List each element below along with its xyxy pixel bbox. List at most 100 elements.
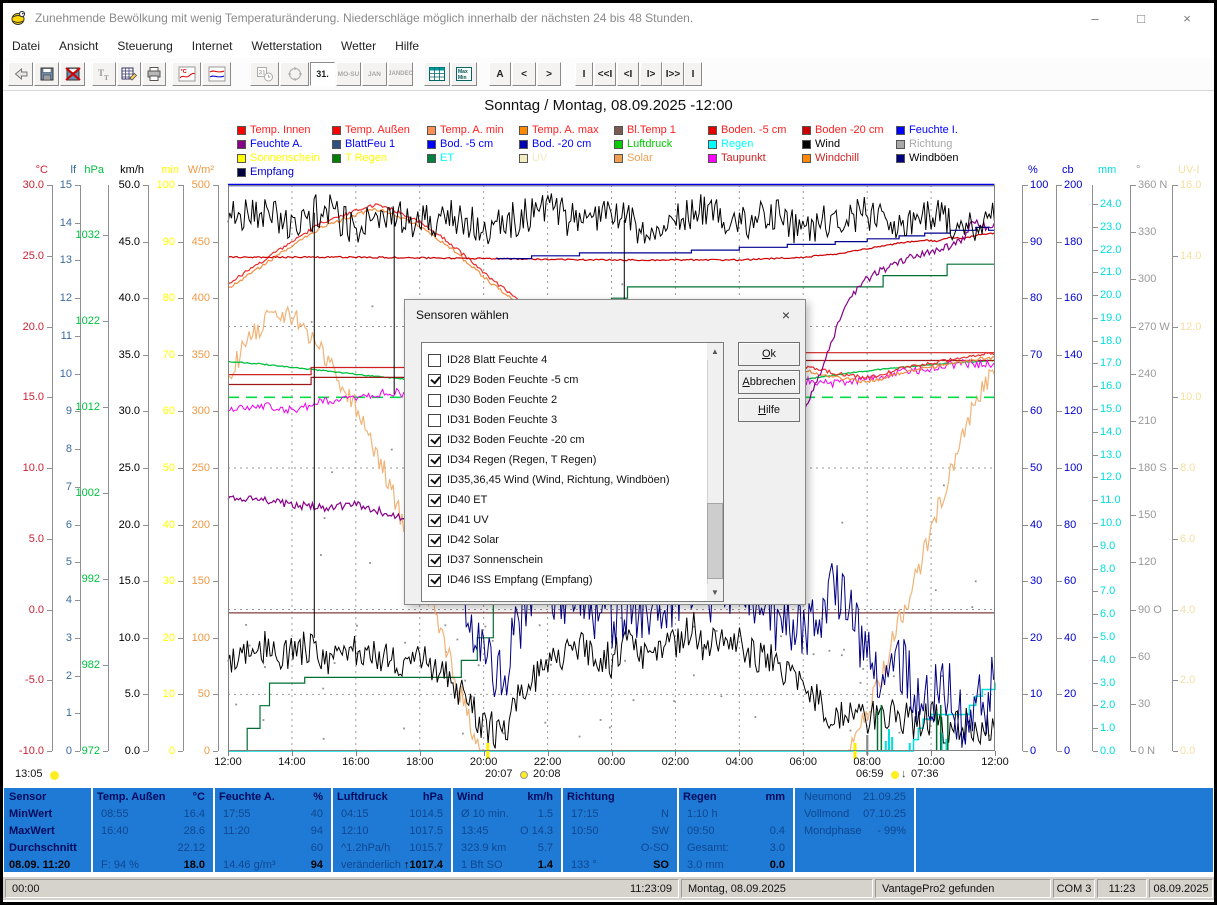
year-view-button[interactable]: JANDEC bbox=[388, 62, 413, 86]
axis-tick bbox=[1093, 295, 1098, 296]
scroll-up-icon[interactable]: ▲ bbox=[707, 343, 723, 360]
date-clock-button[interactable]: 31 bbox=[250, 62, 279, 86]
menu-item-wetterstation[interactable]: Wetterstation bbox=[242, 35, 331, 57]
status-station-cell: VantagePro2 gefunden bbox=[875, 879, 1051, 898]
axis-tick bbox=[75, 713, 80, 714]
axis-tick bbox=[1173, 185, 1178, 186]
axis-tick-label: 90 bbox=[135, 236, 175, 248]
legend-swatch-icon bbox=[427, 126, 436, 135]
menu-item-internet[interactable]: Internet bbox=[183, 35, 243, 57]
axis-tick bbox=[1023, 638, 1028, 639]
checkbox-icon[interactable] bbox=[428, 434, 441, 447]
sensor-item-id28[interactable]: ID28 Blatt Feuchte 4 bbox=[428, 351, 547, 369]
legend-swatch-icon bbox=[896, 154, 905, 163]
fast-fwd-button[interactable]: I>> bbox=[662, 62, 684, 86]
menu-item-ansicht[interactable]: Ansicht bbox=[50, 35, 108, 57]
axis-tick-label: 40 bbox=[1064, 632, 1076, 644]
series-bodenfeuchte-step bbox=[496, 227, 995, 258]
sensor-item-id42[interactable]: ID42 Solar bbox=[428, 531, 499, 549]
last-button[interactable]: I bbox=[684, 62, 702, 86]
maximize-button[interactable]: □ bbox=[1118, 3, 1164, 33]
day-view-button[interactable]: 31. bbox=[310, 62, 335, 86]
axis-tick-label: 11 bbox=[32, 330, 72, 342]
table-view-button[interactable] bbox=[424, 62, 450, 86]
checkbox-icon[interactable] bbox=[428, 354, 441, 367]
fast-back-button[interactable]: <<I bbox=[594, 62, 616, 86]
save-button[interactable] bbox=[34, 62, 59, 86]
menu-item-steuerung[interactable]: Steuerung bbox=[108, 35, 182, 57]
minimize-button[interactable]: – bbox=[1072, 3, 1118, 33]
moonrise-time: 13:05 bbox=[15, 768, 43, 780]
dialog-title-bar[interactable]: Sensoren wählen bbox=[405, 300, 805, 330]
checkbox-icon[interactable] bbox=[428, 394, 441, 407]
axis-tick-label: 1 bbox=[32, 707, 72, 719]
checkbox-icon[interactable] bbox=[428, 494, 441, 507]
axis-tick-label: 3.0 bbox=[1100, 677, 1115, 689]
sensor-item-id29[interactable]: ID29 Boden Feuchte -5 cm bbox=[428, 371, 578, 389]
axis-tick-label: 972 bbox=[60, 745, 100, 757]
prev-button[interactable]: < bbox=[512, 62, 536, 86]
print-button[interactable] bbox=[142, 62, 166, 86]
checkbox-icon[interactable] bbox=[428, 514, 441, 527]
legend-item: Luftdruck bbox=[614, 138, 672, 150]
axis-tick-label: 14.0 bbox=[1180, 250, 1201, 262]
first-button[interactable]: I bbox=[575, 62, 593, 86]
scrollbar-thumb[interactable] bbox=[707, 503, 723, 579]
fwd-step-button[interactable]: I> bbox=[640, 62, 662, 86]
checkbox-icon[interactable] bbox=[428, 474, 441, 487]
legend-label: Sonnenschein bbox=[250, 152, 320, 164]
sensor-item-id40[interactable]: ID40 ET bbox=[428, 491, 487, 509]
sensor-item-id37[interactable]: ID37 Sonnenschein bbox=[428, 551, 543, 569]
axis-tick bbox=[1057, 355, 1062, 356]
menu-item-datei[interactable]: Datei bbox=[3, 35, 50, 57]
checkbox-icon[interactable] bbox=[428, 454, 441, 467]
axis-tick-label: 7.0 bbox=[1100, 585, 1115, 597]
column-unit: % bbox=[215, 791, 323, 803]
axis-tick-label: 60 bbox=[1064, 575, 1076, 587]
back-step-button[interactable]: <I bbox=[617, 62, 639, 86]
scroll-down-icon[interactable]: ▼ bbox=[707, 584, 723, 601]
axis-tick bbox=[1131, 421, 1136, 422]
edit-values-button[interactable] bbox=[117, 62, 141, 86]
target-button[interactable] bbox=[280, 62, 309, 86]
sensor-item-id31[interactable]: ID31 Boden Feuchte 3 bbox=[428, 411, 557, 429]
help-button[interactable]: Hilfe bbox=[738, 398, 800, 422]
stat-value: 1.4 bbox=[453, 859, 553, 871]
axis-unit: min bbox=[139, 164, 179, 176]
sensor-item-id41[interactable]: ID41 UV bbox=[428, 511, 489, 529]
legend-swatch-icon bbox=[896, 126, 905, 135]
cancel-button[interactable]: Abbrechen bbox=[738, 370, 800, 394]
week-view-button[interactable]: MO-SU bbox=[336, 62, 361, 86]
dialog-close-icon[interactable]: × bbox=[775, 304, 797, 326]
back-button[interactable] bbox=[8, 62, 33, 86]
sensor-item-id32[interactable]: ID32 Boden Feuchte -20 cm bbox=[428, 431, 585, 449]
auto-button[interactable]: A bbox=[489, 62, 511, 86]
month-view-button[interactable]: JAN bbox=[362, 62, 387, 86]
sensor-item-id35,36,45[interactable]: ID35,36,45 Wind (Wind, Richtung, Windböe… bbox=[428, 471, 670, 489]
sensor-item-id30[interactable]: ID30 Boden Feuchte 2 bbox=[428, 391, 557, 409]
close-button[interactable]: × bbox=[1164, 3, 1210, 33]
stat-value: 16.4 bbox=[93, 808, 205, 820]
checkbox-icon[interactable] bbox=[428, 414, 441, 427]
legend-label: BlattFeu 1 bbox=[345, 138, 395, 150]
axis-tick bbox=[1057, 242, 1062, 243]
maxmin-button[interactable]: MaxMin bbox=[451, 62, 477, 86]
menu-item-hilfe[interactable]: Hilfe bbox=[386, 35, 429, 57]
sunset-icon bbox=[520, 771, 528, 779]
temp-chart-button[interactable]: °C bbox=[172, 62, 201, 86]
checkbox-icon[interactable] bbox=[428, 374, 441, 387]
menu-item-wetter[interactable]: Wetter bbox=[332, 35, 386, 57]
sensor-item-id34[interactable]: ID34 Regen (Regen, T Regen) bbox=[428, 451, 596, 469]
multi-chart-button[interactable] bbox=[202, 62, 231, 86]
checkbox-icon[interactable] bbox=[428, 554, 441, 567]
legend-swatch-icon bbox=[802, 140, 811, 149]
column-unit: km/h bbox=[453, 791, 553, 803]
checkbox-icon[interactable] bbox=[428, 534, 441, 547]
next-button[interactable]: > bbox=[537, 62, 561, 86]
sensor-item-id46[interactable]: ID46 ISS Empfang (Empfang) bbox=[428, 571, 593, 589]
ok-button[interactable]: Ok bbox=[738, 342, 800, 366]
checkbox-icon[interactable] bbox=[428, 574, 441, 587]
text-labels-button[interactable]: TT bbox=[92, 62, 116, 86]
save-cancel-button[interactable] bbox=[60, 62, 85, 86]
axis-tick-label: 240 bbox=[1138, 368, 1156, 380]
